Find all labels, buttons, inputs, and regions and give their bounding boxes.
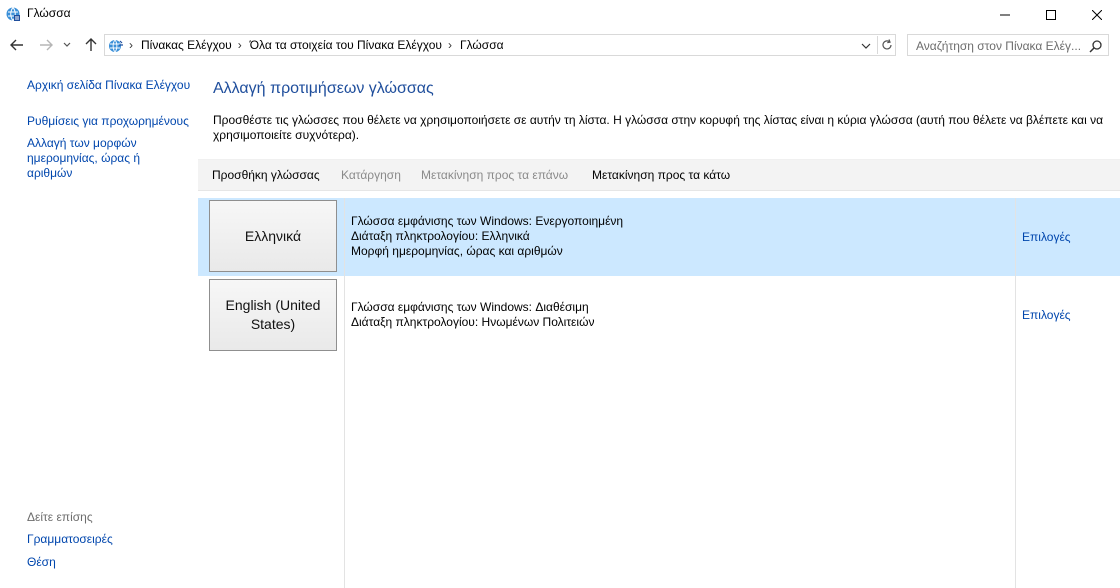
language-row-greek[interactable]: Ελληνικά Γλώσσα εμφάνισης των Windows: Ε…	[198, 198, 1120, 276]
minimize-icon	[1000, 14, 1010, 16]
address-history-button[interactable]	[857, 37, 875, 55]
keyboard-layout: Διάταξη πληκτρολογίου: Ηνωμένων Πολιτειώ…	[351, 315, 595, 329]
refresh-button[interactable]	[877, 36, 895, 54]
refresh-icon	[881, 39, 892, 50]
options-link[interactable]: Επιλογές	[1022, 230, 1071, 244]
change-date-time-formats-link[interactable]: Αλλαγή των μορφών ημερομηνίας, ώρας ή αρ…	[27, 136, 177, 181]
chevron-down-icon	[861, 43, 871, 49]
back-button[interactable]	[8, 36, 26, 54]
language-tile[interactable]: English (United States)	[209, 279, 337, 351]
maximize-button[interactable]	[1028, 0, 1074, 30]
control-panel-icon	[107, 37, 125, 55]
language-toolbar: Προσθήκη γλώσσας Κατάργηση Μετακίνηση πρ…	[198, 159, 1120, 191]
fonts-link[interactable]: Γραμματοσειρές	[27, 532, 202, 547]
breadcrumb-separator[interactable]: ›	[238, 38, 242, 52]
language-globe-icon	[5, 6, 21, 22]
forward-arrow-icon	[40, 39, 53, 51]
see-also-heading: Δείτε επίσης	[27, 510, 93, 524]
breadcrumb: › Πίνακας Ελέγχου › Όλα τα στοιχεία του …	[129, 38, 504, 52]
language-details: Γλώσσα εμφάνισης των Windows: Ενεργοποιη…	[351, 214, 623, 259]
column-divider	[344, 198, 345, 588]
language-row-english[interactable]: English (United States) Γλώσσα εμφάνισης…	[198, 276, 1120, 354]
breadcrumb-all-items[interactable]: Όλα τα στοιχεία του Πίνακα Ελέγχου	[250, 38, 442, 52]
move-up-button[interactable]: Μετακίνηση προς τα επάνω	[421, 168, 568, 182]
page-description: Προσθέστε τις γλώσσες που θέλετε να χρησ…	[213, 113, 1104, 142]
location-link[interactable]: Θέση	[27, 555, 202, 570]
search-box[interactable]: Αναζήτηση στον Πίνακα Ελέγ...	[907, 34, 1109, 56]
chevron-down-icon	[63, 42, 71, 47]
breadcrumb-separator[interactable]: ›	[448, 38, 452, 52]
address-bar[interactable]: › Πίνακας Ελέγχου › Όλα τα στοιχεία του …	[104, 34, 896, 56]
up-arrow-icon	[85, 38, 97, 51]
options-link[interactable]: Επιλογές	[1022, 308, 1071, 322]
breadcrumb-control-panel[interactable]: Πίνακας Ελέγχου	[141, 38, 232, 52]
title-bar: Γλώσσα	[0, 0, 1120, 30]
up-button[interactable]	[82, 36, 100, 54]
recent-locations-button[interactable]	[61, 36, 73, 54]
close-icon	[1092, 10, 1102, 20]
page-title: Αλλαγή προτιμήσεων γλώσσας	[213, 80, 434, 97]
keyboard-layout: Διάταξη πληκτρολογίου: Ελληνικά	[351, 229, 530, 243]
close-button[interactable]	[1074, 0, 1120, 30]
remove-button[interactable]: Κατάργηση	[341, 168, 401, 182]
add-language-button[interactable]: Προσθήκη γλώσσας	[212, 168, 320, 182]
search-icon[interactable]	[1089, 39, 1103, 53]
display-language-status: Γλώσσα εμφάνισης των Windows: Διαθέσιμη	[351, 300, 589, 314]
language-details: Γλώσσα εμφάνισης των Windows: Διαθέσιμη …	[351, 300, 594, 330]
maximize-icon	[1046, 10, 1056, 20]
breadcrumb-separator[interactable]: ›	[129, 38, 133, 52]
search-input[interactable]: Αναζήτηση στον Πίνακα Ελέγ...	[916, 39, 1084, 53]
minimize-button[interactable]	[982, 0, 1028, 30]
back-arrow-icon	[10, 39, 23, 51]
move-down-button[interactable]: Μετακίνηση προς τα κάτω	[592, 168, 730, 182]
advanced-settings-link[interactable]: Ρυθμίσεις για προχωρημένους	[27, 114, 202, 129]
column-divider	[1015, 198, 1016, 588]
breadcrumb-language[interactable]: Γλώσσα	[460, 38, 504, 52]
display-language-status: Γλώσσα εμφάνισης των Windows: Ενεργοποιη…	[351, 214, 624, 228]
forward-button[interactable]	[37, 36, 55, 54]
window-title: Γλώσσα	[27, 6, 71, 20]
control-panel-home-link[interactable]: Αρχική σελίδα Πίνακα Ελέγχου	[27, 78, 202, 93]
date-time-format: Μορφή ημερομηνίας, ώρας και αριθμών	[351, 244, 563, 258]
language-tile[interactable]: Ελληνικά	[209, 200, 337, 272]
